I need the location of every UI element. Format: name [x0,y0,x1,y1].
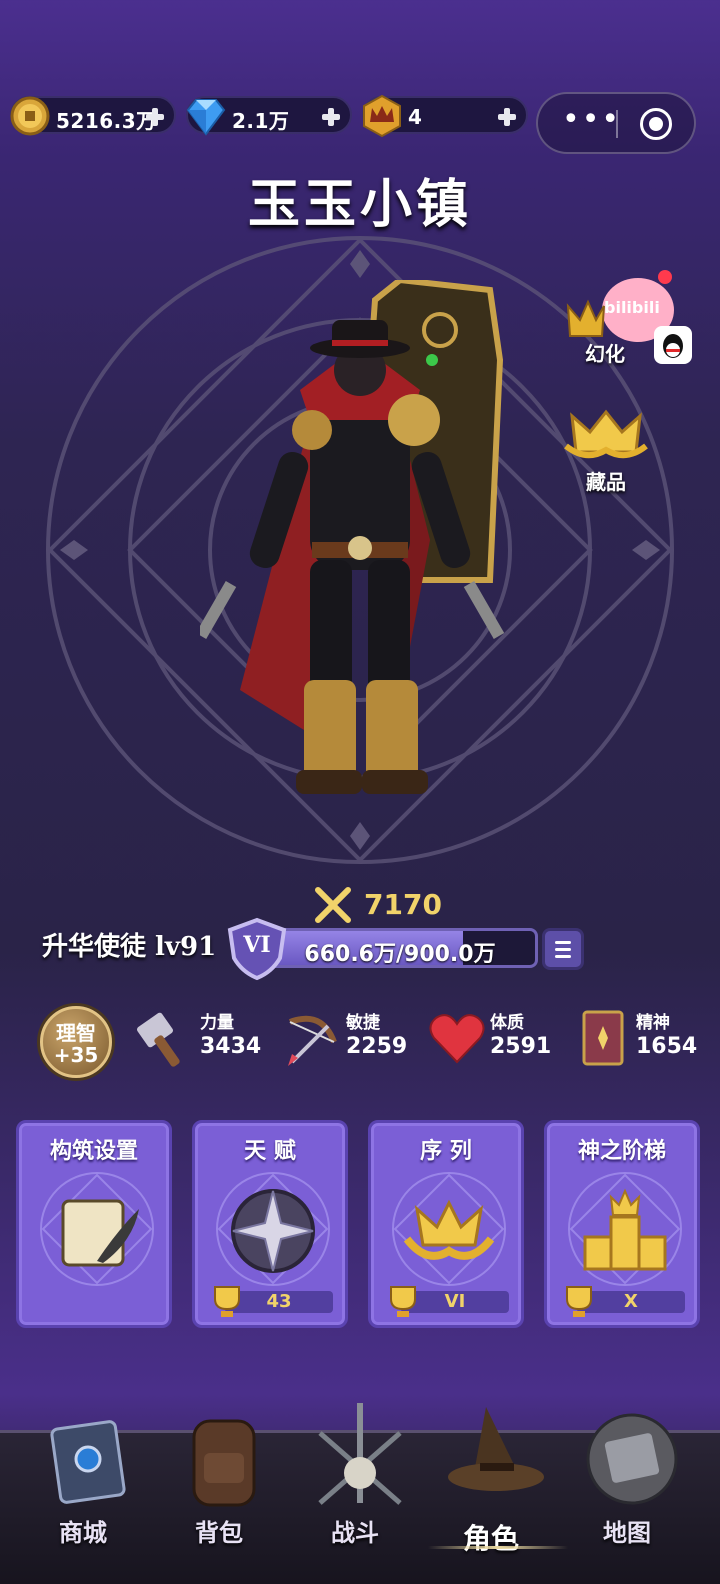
menu-icon [555,941,571,944]
add-coin-button[interactable] [142,104,168,130]
notification-dot [658,270,672,284]
bow-icon [288,1015,337,1066]
coin-icon [10,96,50,136]
backpack-icon [192,1419,256,1507]
crown-token-icon [363,94,401,138]
card-talent-progress: 43 [207,1286,333,1317]
card-build-settings-title: 构筑设置 [49,1138,138,1164]
nav-character-label: 角色 [462,1522,519,1555]
nav-map-label: 地图 [603,1518,651,1547]
rank-menu-button[interactable] [542,928,584,970]
sanity-badge[interactable]: 理智 +35 [40,1006,112,1078]
rank-tier-badge[interactable]: VI [224,916,290,982]
diamond-currency: 2.1万 [186,96,352,136]
card-god-ladder-progress: X [559,1286,685,1317]
nav-shop[interactable]: 商城 [18,1420,148,1584]
skull-swords-icon [318,1403,402,1505]
more-menu-button[interactable]: ••• [562,102,621,137]
transform-label: 幻化 [585,342,625,366]
nav-backpack-label: 背包 [195,1518,243,1547]
diamond-amount: 2.1万 [232,109,290,133]
transform-button[interactable]: 幻化 [566,296,666,367]
trophy-icon [390,1286,416,1317]
nav-battle-label: 战斗 [331,1518,379,1547]
collection-crown-icon [564,409,648,459]
active-tab-indicator [428,1546,568,1549]
crossed-swords-icon [315,887,351,923]
town-title: 玉玉小镇 [247,174,472,235]
combat-power: 7170 [312,886,442,926]
experience-text: 660.6万/900.0万 [304,942,496,967]
diamond-icon [186,99,226,136]
nav-backpack[interactable]: 背包 [154,1419,284,1584]
card-talent[interactable]: 天 赋 43 [192,1120,348,1328]
crown-icon [566,299,605,337]
stat-agility-value: 2259 [346,1034,408,1059]
podium-crown-icon [583,1188,667,1271]
sanity-value: +35 [53,1043,99,1067]
stat-agility-label: 敏捷 [346,1013,380,1033]
nav-map[interactable]: 地图 [562,1413,692,1584]
bottom-navigation: 商城 背包 战斗 角色 地图 [0,1403,720,1584]
card-sequence-title: 序 列 [420,1138,472,1164]
hammer-icon [137,1012,180,1067]
coin-currency: 5216.3万 [10,96,176,136]
nav-character[interactable]: 角色 [426,1407,556,1584]
card-god-ladder-title: 神之阶梯 [577,1138,666,1164]
stat-spirit-label: 精神 [636,1013,670,1033]
stat-strength-label: 力量 [200,1013,234,1033]
nav-battle[interactable]: 战斗 [290,1403,420,1584]
sanity-label: 理智 [56,1021,96,1045]
trophy-icon [566,1286,592,1317]
capsule-divider [616,110,618,138]
crown-currency: 4 [362,94,528,138]
collection-label: 藏品 [586,470,626,494]
card-god-ladder[interactable]: 神之阶梯 X [544,1120,700,1328]
combat-power-value: 7170 [364,888,442,921]
character-portrait [200,280,505,794]
experience-bar: 660.6万/900.0万 [262,928,538,968]
stat-constitution-label: 体质 [490,1013,524,1033]
card-talent-title: 天 赋 [244,1138,296,1164]
add-crown-button[interactable] [494,104,520,130]
mini-program-capsule: ••• [536,92,696,154]
spellbook-shop-icon [50,1420,126,1504]
rank-name: 升华使徒 lv91 [42,932,217,962]
rank-tier-label: VI [243,932,271,958]
trophy-icon [214,1286,240,1317]
nav-shop-label: 商城 [59,1518,107,1547]
spellbook-icon [582,1010,624,1066]
laurel-crown-icon [403,1199,495,1260]
crown-amount: 4 [408,105,423,129]
card-sequence[interactable]: 序 列 VI [368,1120,524,1328]
add-diamond-button[interactable] [318,104,344,130]
scroll-quill-icon [61,1199,139,1267]
stat-spirit-value: 1654 [636,1034,698,1059]
compass-star-icon [231,1189,315,1273]
stat-constitution-value: 2591 [490,1034,552,1059]
collection-button[interactable]: 藏品 [556,406,656,495]
close-mini-program-button[interactable] [640,108,672,140]
map-icon [586,1413,678,1505]
witch-hat-icon [448,1407,544,1491]
card-sequence-progress: VI [383,1286,509,1317]
card-build-settings[interactable]: 构筑设置 [16,1120,172,1328]
heart-icon [429,1014,485,1064]
stat-strength-value: 3434 [200,1034,262,1059]
